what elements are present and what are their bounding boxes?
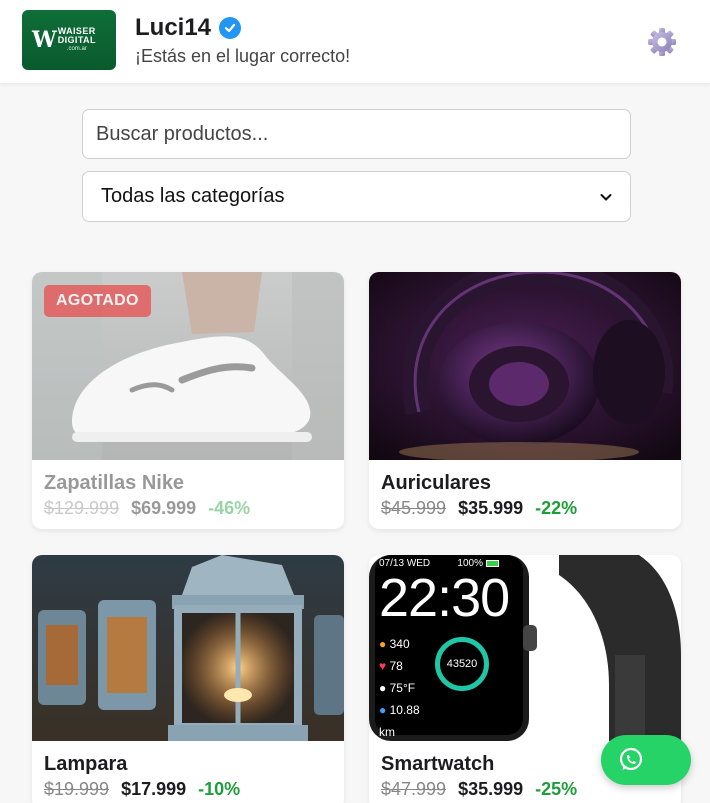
category-selected-value: Todas las categorías bbox=[101, 185, 285, 207]
discount-label: -10% bbox=[198, 779, 241, 799]
old-price: $45.999 bbox=[381, 498, 447, 518]
whatsapp-button[interactable] bbox=[601, 735, 691, 785]
search-input[interactable] bbox=[82, 109, 631, 159]
product-name[interactable]: Lampara bbox=[44, 753, 332, 776]
location-icon: ● bbox=[379, 703, 387, 717]
product-image[interactable] bbox=[369, 272, 681, 460]
old-price: $129.999 bbox=[44, 498, 120, 518]
discount-label: -46% bbox=[208, 498, 251, 518]
verified-check-icon bbox=[219, 17, 242, 39]
old-price: $47.999 bbox=[381, 779, 447, 799]
product-image[interactable] bbox=[32, 555, 344, 741]
product-name[interactable]: Auriculares bbox=[381, 472, 669, 495]
weather-icon: ● bbox=[379, 681, 387, 695]
flame-icon: ● bbox=[379, 637, 387, 651]
product-card[interactable]: Lampara $19.999 $17.999 -10% bbox=[32, 555, 344, 803]
product-name[interactable]: Zapatillas Nike bbox=[44, 472, 332, 495]
discount-label: -25% bbox=[535, 779, 578, 799]
product-card[interactable]: Auriculares $45.999 $35.999 -22% bbox=[369, 272, 681, 529]
discount-label: -22% bbox=[535, 498, 578, 518]
battery-icon bbox=[486, 560, 499, 567]
chevron-down-icon bbox=[600, 193, 612, 201]
current-price: $69.999 bbox=[131, 498, 197, 518]
watch-screen: 07/13 WED 100% 22:30 ● 340 ♥ 78 ● 75°F ●… bbox=[379, 558, 510, 739]
current-price: $35.999 bbox=[458, 498, 524, 518]
header: W WAISER DIGITAL .com.ar Luci14 ¡Estás e… bbox=[0, 0, 710, 84]
logo-line-3: .com.ar bbox=[66, 45, 87, 52]
store-tagline: ¡Estás en el lugar correcto! bbox=[135, 46, 351, 66]
whatsapp-icon bbox=[619, 747, 643, 771]
store-name: Luci14 bbox=[135, 14, 242, 42]
logo-mark: W bbox=[32, 27, 57, 53]
product-card[interactable]: AGOTADO Zapatillas Nike $129.999 $69.999… bbox=[32, 272, 344, 529]
sold-out-badge: AGOTADO bbox=[44, 285, 151, 317]
product-image[interactable]: 07/13 WED 100% 22:30 ● 340 ♥ 78 ● 75°F ●… bbox=[369, 555, 681, 741]
gear-icon[interactable] bbox=[646, 26, 678, 58]
store-logo[interactable]: W WAISER DIGITAL .com.ar bbox=[22, 10, 116, 70]
heart-icon: ♥ bbox=[379, 659, 387, 673]
old-price: $19.999 bbox=[44, 779, 110, 799]
watch-time: 22:30 bbox=[379, 568, 510, 628]
logo-line-2: DIGITAL bbox=[57, 34, 96, 45]
current-price: $35.999 bbox=[458, 779, 524, 799]
step-ring: 43520 bbox=[435, 637, 489, 691]
category-select[interactable]: Todas las categorías bbox=[82, 171, 631, 222]
current-price: $17.999 bbox=[121, 779, 187, 799]
